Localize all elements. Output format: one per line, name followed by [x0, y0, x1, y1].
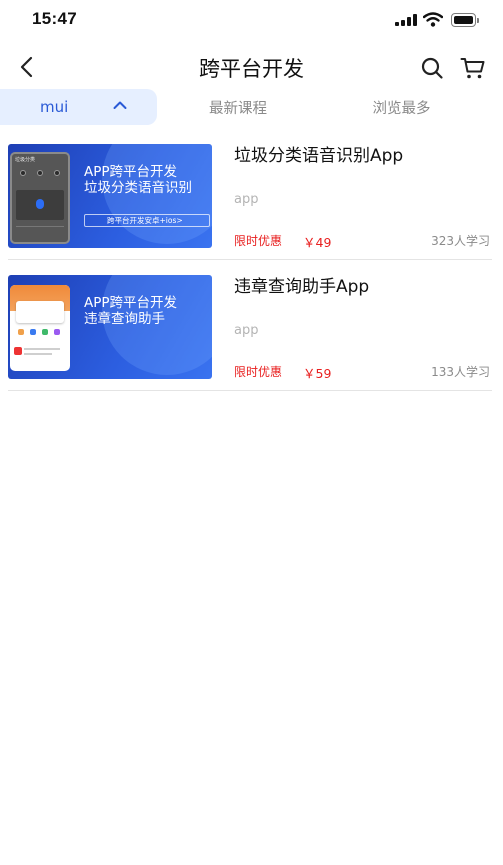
thumbnail-headline: APP跨平台开发 垃圾分类语音识别 — [84, 164, 192, 196]
status-bar: 15:47 — [0, 0, 503, 44]
cellular-signal-icon — [395, 14, 417, 26]
battery-icon — [451, 13, 479, 27]
promo-label: 限时优惠 — [234, 365, 283, 379]
phone-mockup-image — [10, 285, 70, 371]
back-button[interactable] — [12, 52, 40, 82]
chevron-left-icon — [20, 56, 33, 78]
course-price: ￥49 — [303, 235, 332, 250]
course-thumbnail: APP跨平台开发 违章查询助手 — [8, 275, 212, 379]
search-icon — [421, 57, 443, 79]
thumbnail-strip: 跨平台开发安卓+ios> — [84, 214, 210, 227]
wifi-icon — [423, 12, 443, 27]
course-item-garbage-voice[interactable]: 垃圾分类 APP跨平台开发 垃圾分类语音识别 跨平台开发安卓+ios> 垃圾分类… — [8, 130, 492, 260]
tab-mui[interactable]: mui — [0, 89, 157, 125]
course-price: ￥59 — [303, 366, 332, 381]
phone-mockup-image: 垃圾分类 — [10, 152, 70, 244]
promo-label: 限时优惠 — [234, 234, 283, 248]
thumbnail-headline: APP跨平台开发 违章查询助手 — [84, 295, 178, 327]
tab-label: mui — [40, 98, 69, 116]
course-title: 违章查询助手App — [234, 277, 370, 297]
tab-most-viewed[interactable]: 浏览最多 — [330, 89, 473, 125]
chevron-up-icon — [113, 101, 127, 109]
tab-latest-courses[interactable]: 最新课程 — [170, 89, 306, 125]
course-item-traffic-violation[interactable]: APP跨平台开发 违章查询助手 违章查询助手App app 限时优惠 ￥59 1… — [8, 261, 492, 391]
status-time: 15:47 — [32, 9, 77, 28]
course-tag: app — [234, 323, 259, 338]
tab-label: 最新课程 — [209, 100, 267, 117]
nav-bar: 跨平台开发 — [0, 44, 503, 90]
course-thumbnail: 垃圾分类 APP跨平台开发 垃圾分类语音识别 跨平台开发安卓+ios> — [8, 144, 212, 248]
tab-label: 浏览最多 — [372, 100, 431, 117]
search-button[interactable] — [418, 54, 446, 82]
course-title: 垃圾分类语音识别App — [234, 146, 404, 166]
tab-bar: mui 最新课程 浏览最多 — [0, 89, 503, 125]
course-tag: app — [234, 192, 259, 207]
cart-button[interactable] — [458, 54, 488, 82]
learner-count: 323人学习 — [431, 234, 490, 248]
cart-icon — [460, 58, 485, 79]
learner-count: 133人学习 — [431, 365, 490, 379]
